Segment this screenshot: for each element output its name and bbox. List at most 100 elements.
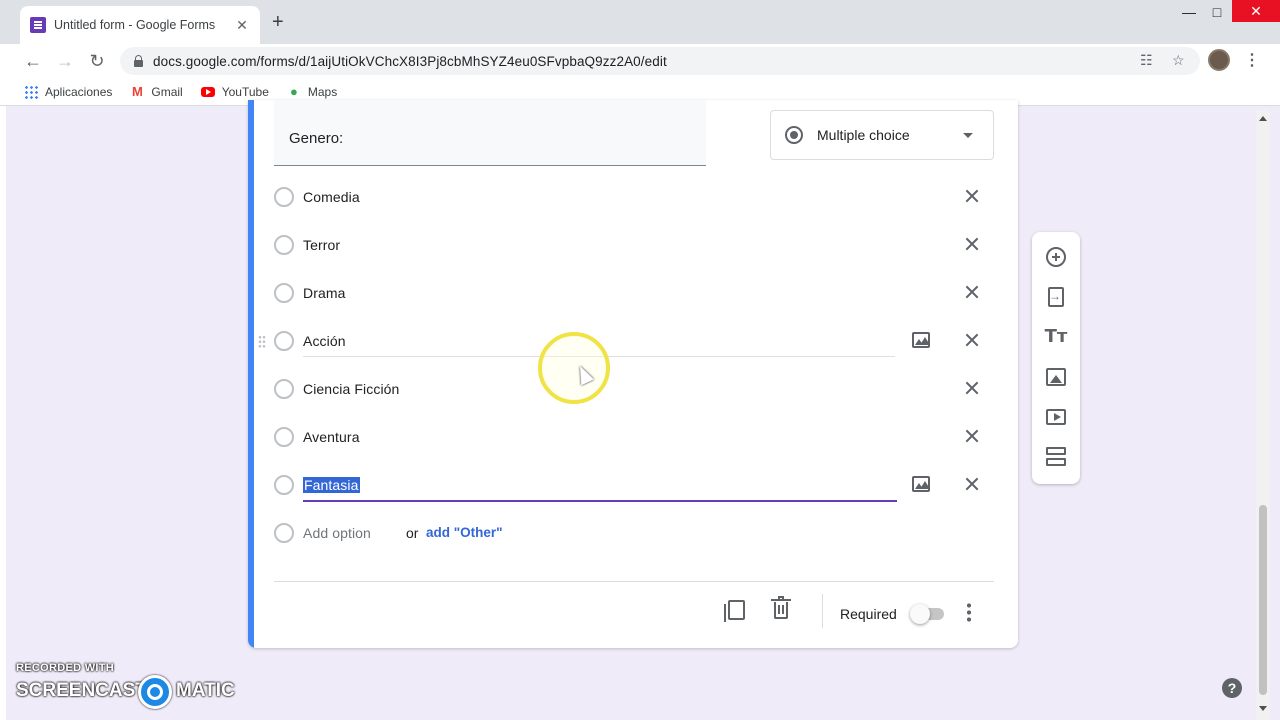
selected-text: Fantasia <box>303 477 360 493</box>
remove-option-icon[interactable] <box>960 424 984 448</box>
maximize-button[interactable]: □ <box>1202 4 1232 20</box>
translate-icon[interactable]: ☷ <box>1140 52 1153 69</box>
import-questions-icon[interactable] <box>1048 287 1064 307</box>
back-arrow-icon[interactable]: ← <box>22 50 44 72</box>
new-tab-button[interactable]: + <box>272 12 284 32</box>
scrollbar[interactable] <box>1256 110 1270 720</box>
scrollbar-thumb[interactable] <box>1259 505 1267 695</box>
option-row[interactable]: Aventura <box>274 421 994 453</box>
tab-strip: Untitled form - Google Forms ✕ + — □ ✕ <box>0 0 1280 44</box>
add-title-icon[interactable]: Tт <box>1044 325 1068 349</box>
option-label[interactable]: Terror <box>303 237 340 253</box>
question-type-dropdown[interactable]: Multiple choice <box>770 110 994 160</box>
browser-toolbar: ← → ↻ docs.google.com/forms/d/1aijUtiOkV… <box>0 44 1280 78</box>
browser-menu-icon[interactable]: ⋮ <box>1244 50 1260 70</box>
bookmark-label: Maps <box>307 84 338 99</box>
address-bar[interactable]: docs.google.com/forms/d/1aijUtiOkVChcX8I… <box>120 47 1200 75</box>
question-type-label: Multiple choice <box>817 127 910 143</box>
gmail-icon: M <box>131 83 143 99</box>
option-row[interactable]: Terror <box>274 229 994 261</box>
youtube-icon <box>200 86 215 97</box>
option-label[interactable]: Acción <box>303 333 346 349</box>
active-input-underline <box>303 500 897 502</box>
bookmark-label: Aplicaciones <box>45 84 113 99</box>
tab-close-icon[interactable]: ✕ <box>234 17 250 34</box>
option-label[interactable]: Ciencia Ficción <box>303 381 399 397</box>
help-icon[interactable]: ? <box>1222 678 1242 698</box>
radio-icon <box>274 331 294 351</box>
bookmark-apps[interactable]: Aplicaciones <box>24 84 113 99</box>
add-other-link[interactable]: add "Other" <box>426 525 503 540</box>
option-row-active[interactable]: Fantasia <box>274 469 994 502</box>
question-title: Genero: <box>289 130 344 147</box>
radio-button-checked-icon <box>785 126 803 144</box>
toggle-knob <box>910 604 930 624</box>
remove-option-icon[interactable] <box>960 232 984 256</box>
option-label[interactable]: Aventura <box>303 429 360 445</box>
screencast-logo-icon <box>138 675 172 709</box>
remove-option-icon[interactable] <box>960 184 984 208</box>
watermark-top: RECORDED WITH <box>16 662 115 674</box>
bookmark-star-icon[interactable]: ☆ <box>1172 52 1185 69</box>
add-section-icon[interactable] <box>1046 447 1066 467</box>
add-image-icon[interactable] <box>912 476 930 492</box>
or-text: or <box>406 525 419 541</box>
radio-icon <box>274 523 294 543</box>
minimize-button[interactable]: — <box>1174 4 1204 20</box>
remove-option-icon[interactable] <box>960 280 984 304</box>
option-row[interactable]: Ciencia Ficción <box>274 373 994 405</box>
bookmark-maps[interactable]: ● Maps <box>287 84 338 99</box>
add-video-icon[interactable] <box>1046 409 1066 425</box>
scroll-up-arrow-icon[interactable] <box>1259 116 1267 121</box>
screencast-watermark: RECORDED WITH SCREENCAST MATIC <box>16 662 236 709</box>
add-option-row: Add option or add "Other" <box>274 517 994 549</box>
option-row[interactable]: Comedia <box>274 181 994 213</box>
more-options-icon[interactable] <box>964 602 974 622</box>
bookmark-label: Gmail <box>151 84 183 99</box>
remove-option-icon[interactable] <box>960 328 984 352</box>
question-title-field[interactable]: Genero: <box>274 100 706 166</box>
required-toggle[interactable] <box>910 604 944 624</box>
radio-icon <box>274 427 294 447</box>
bookmark-label: YouTube <box>221 84 269 99</box>
bookmark-youtube[interactable]: YouTube <box>200 84 269 99</box>
add-option-input[interactable]: Add option <box>303 525 371 541</box>
option-label[interactable]: Drama <box>303 285 346 301</box>
duplicate-icon[interactable] <box>722 600 745 622</box>
scroll-down-arrow-icon[interactable] <box>1259 706 1267 711</box>
remove-option-icon[interactable] <box>960 376 984 400</box>
forward-arrow-icon[interactable]: → <box>54 50 76 72</box>
radio-icon <box>274 283 294 303</box>
url-text: docs.google.com/forms/d/1aijUtiOkVChcX8I… <box>153 53 667 69</box>
add-image-icon[interactable] <box>912 332 930 348</box>
option-row-hovered[interactable]: Acción <box>258 325 994 357</box>
radio-icon <box>274 475 294 495</box>
add-question-icon[interactable] <box>1046 247 1066 267</box>
required-label: Required <box>840 606 897 622</box>
chevron-down-icon <box>963 132 973 138</box>
watermark-left: SCREENCAST <box>16 680 147 701</box>
option-input-active[interactable]: Fantasia <box>303 477 360 493</box>
watermark-right: MATIC <box>176 680 235 701</box>
delete-icon[interactable] <box>771 599 791 619</box>
active-card-accent <box>248 100 254 648</box>
drag-handle-icon[interactable] <box>258 335 266 349</box>
option-label[interactable]: Comedia <box>303 189 360 205</box>
option-row[interactable]: Drama <box>274 277 994 309</box>
radio-icon <box>274 187 294 207</box>
profile-avatar[interactable] <box>1208 49 1230 71</box>
radio-icon <box>274 235 294 255</box>
card-footer-divider <box>274 581 994 582</box>
close-window-button[interactable]: ✕ <box>1232 0 1280 22</box>
bookmark-gmail[interactable]: M Gmail <box>130 83 183 99</box>
tab-title: Untitled form - Google Forms <box>54 18 216 32</box>
remove-option-icon[interactable] <box>960 472 984 496</box>
floating-toolbar: Tт <box>1032 232 1080 484</box>
question-card[interactable]: Genero: Multiple choice Comedia Terror D… <box>248 100 1018 648</box>
footer-vertical-divider <box>822 594 823 628</box>
add-image-icon[interactable] <box>1046 368 1066 386</box>
reload-icon[interactable]: ↻ <box>86 50 108 72</box>
radio-icon <box>274 379 294 399</box>
browser-tab[interactable]: Untitled form - Google Forms ✕ <box>20 6 260 44</box>
window-edge <box>0 106 6 720</box>
